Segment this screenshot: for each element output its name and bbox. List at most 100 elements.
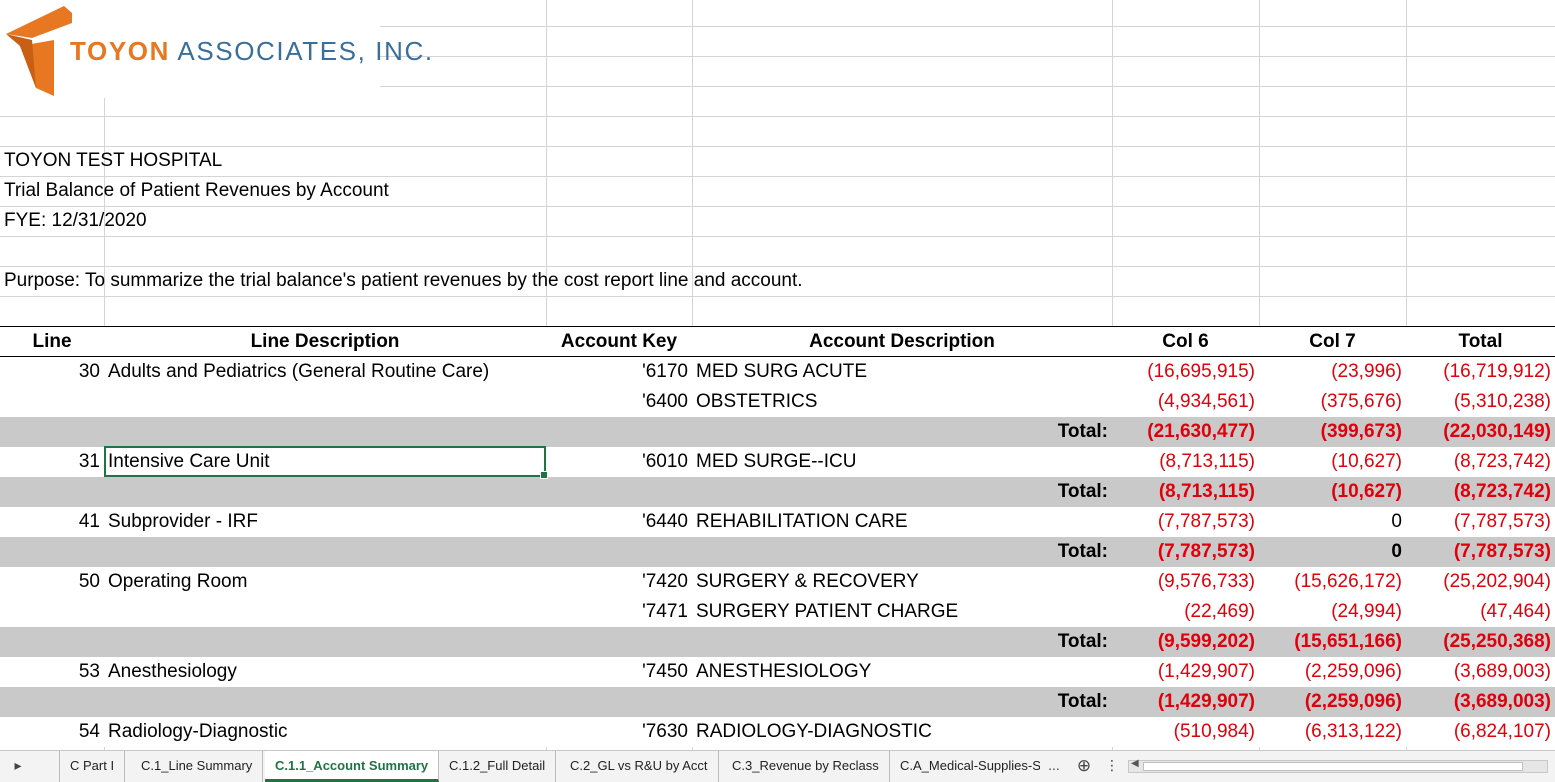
header-line[interactable]: Line <box>0 327 104 357</box>
cell-line[interactable]: 41 <box>0 507 104 537</box>
subtotal-cell-col6[interactable]: (1,429,907) <box>1112 687 1259 717</box>
cell-account-description[interactable]: OBSTETRICS <box>692 387 1112 417</box>
spreadsheet-grid[interactable]: TOYON ASSOCIATES, INC. TOYON TEST HOSPIT… <box>0 0 1555 750</box>
subtotal-cell-col7[interactable]: 0 <box>1259 537 1406 567</box>
cell-total[interactable]: (25,202,904) <box>1406 567 1555 597</box>
subtotal-cell-col7[interactable]: (399,673) <box>1259 417 1406 447</box>
cell-col7[interactable]: (23,996) <box>1259 357 1406 387</box>
cell-col7[interactable]: (15,626,172) <box>1259 567 1406 597</box>
subtotal-cell-total[interactable]: (3,689,003) <box>1406 687 1555 717</box>
cell-col6[interactable]: (510,984) <box>1112 717 1259 747</box>
cell-total[interactable]: (8,723,742) <box>1406 447 1555 477</box>
cell-account-key[interactable]: '7471 <box>546 597 692 627</box>
header-account-key[interactable]: Account Key <box>546 327 692 357</box>
subtotal-label[interactable]: Total: <box>692 687 1112 717</box>
cell-account-description[interactable]: MED SURGE--ICU <box>692 447 1112 477</box>
cell-account-description[interactable]: MED SURG ACUTE <box>692 357 1112 387</box>
subtotal-cell-col7[interactable]: (10,627) <box>1259 477 1406 507</box>
cell-account-key[interactable]: '7630 <box>546 717 692 747</box>
cell-account-description[interactable]: REHABILITATION CARE <box>692 507 1112 537</box>
header-col7[interactable]: Col 7 <box>1259 327 1406 357</box>
subtotal-cell-col6[interactable]: (21,630,477) <box>1112 417 1259 447</box>
subtotal-cell-total[interactable]: (8,723,742) <box>1406 477 1555 507</box>
fiscal-year-end[interactable]: FYE: 12/31/2020 <box>0 206 700 236</box>
sheet-tab[interactable]: C Part I <box>59 751 126 782</box>
cell-col7[interactable]: (375,676) <box>1259 387 1406 417</box>
more-options-icon[interactable]: ⋮ <box>1102 751 1122 782</box>
cell-line[interactable]: 53 <box>0 657 104 687</box>
sheet-tab[interactable]: C.3_Revenue by Reclass <box>722 751 890 782</box>
subtotal-cell-total[interactable]: (25,250,368) <box>1406 627 1555 657</box>
cell-account-key[interactable]: '6400 <box>546 387 692 417</box>
cell-total[interactable]: (16,719,912) <box>1406 357 1555 387</box>
cell-line-description[interactable]: Radiology-Diagnostic <box>104 717 546 747</box>
scrollbar-thumb[interactable] <box>1143 762 1523 771</box>
cell-col7[interactable]: (24,994) <box>1259 597 1406 627</box>
cell-account-description[interactable]: ANESTHESIOLOGY <box>692 657 1112 687</box>
cell-line[interactable] <box>0 387 104 417</box>
subtotal-cell-col6[interactable]: (9,599,202) <box>1112 627 1259 657</box>
cell-line[interactable]: 30 <box>0 357 104 387</box>
horizontal-scrollbar[interactable]: ◀ <box>1128 758 1548 773</box>
add-sheet-icon[interactable]: ⊕ <box>1072 751 1096 782</box>
header-col6[interactable]: Col 6 <box>1112 327 1259 357</box>
cell-col7[interactable]: (2,259,096) <box>1259 657 1406 687</box>
cell-account-key[interactable]: '7450 <box>546 657 692 687</box>
cell-col6[interactable]: (4,934,561) <box>1112 387 1259 417</box>
cell-col7[interactable]: (10,627) <box>1259 447 1406 477</box>
subtotal-cell-col7[interactable]: (15,651,166) <box>1259 627 1406 657</box>
tab-scroll-right-icon[interactable]: ▸ <box>8 751 28 782</box>
cell-col6[interactable]: (8,713,115) <box>1112 447 1259 477</box>
cell-line[interactable]: 54 <box>0 717 104 747</box>
cell-line[interactable]: 50 <box>0 567 104 597</box>
cell-line[interactable]: 31 <box>0 447 104 477</box>
report-title[interactable]: Trial Balance of Patient Revenues by Acc… <box>0 176 700 206</box>
sheet-tab[interactable]: C.2_GL vs R&U by Acct <box>560 751 719 782</box>
header-line-description[interactable]: Line Description <box>104 327 546 357</box>
cell-total[interactable]: (5,310,238) <box>1406 387 1555 417</box>
cell-col6[interactable]: (1,429,907) <box>1112 657 1259 687</box>
subtotal-label[interactable]: Total: <box>692 477 1112 507</box>
purpose-text[interactable]: Purpose: To summarize the trial balance'… <box>0 266 1100 296</box>
cell-col6[interactable]: (22,469) <box>1112 597 1259 627</box>
cell-line-description[interactable]: Operating Room <box>104 567 546 597</box>
subtotal-label[interactable]: Total: <box>692 417 1112 447</box>
cell-account-key[interactable]: '6170 <box>546 357 692 387</box>
sheet-tab[interactable]: C.1.2_Full Detail <box>439 751 557 782</box>
subtotal-label[interactable]: Total: <box>692 627 1112 657</box>
cell-account-description[interactable]: SURGERY & RECOVERY <box>692 567 1112 597</box>
cell-account-key[interactable]: '7420 <box>546 567 692 597</box>
cell-col6[interactable]: (9,576,733) <box>1112 567 1259 597</box>
cell-account-description[interactable]: SURGERY PATIENT CHARGE <box>692 597 1112 627</box>
header-total[interactable]: Total <box>1406 327 1555 357</box>
cell-line-description[interactable]: Adults and Pediatrics (General Routine C… <box>104 357 546 387</box>
tab-overflow-ellipsis[interactable]: ... <box>1042 751 1066 782</box>
cell-account-description[interactable]: RADIOLOGY-DIAGNOSTIC <box>692 717 1112 747</box>
cell-col6[interactable]: (16,695,915) <box>1112 357 1259 387</box>
cell-total[interactable]: (6,824,107) <box>1406 717 1555 747</box>
subtotal-cell-total[interactable]: (22,030,149) <box>1406 417 1555 447</box>
subtotal-label[interactable]: Total: <box>692 537 1112 567</box>
cell-line[interactable] <box>0 597 104 627</box>
cell-line-description[interactable]: Subprovider - IRF <box>104 507 546 537</box>
sheet-tab[interactable]: C.1_Line Summary <box>131 751 264 782</box>
cell-col7[interactable]: (6,313,122) <box>1259 717 1406 747</box>
cell-total[interactable]: (47,464) <box>1406 597 1555 627</box>
subtotal-cell-total[interactable]: (7,787,573) <box>1406 537 1555 567</box>
subtotal-cell-col6[interactable]: (8,713,115) <box>1112 477 1259 507</box>
hospital-name[interactable]: TOYON TEST HOSPITAL <box>0 146 700 176</box>
cell-total[interactable]: (3,689,003) <box>1406 657 1555 687</box>
header-account-description[interactable]: Account Description <box>692 327 1112 357</box>
subtotal-cell-col7[interactable]: (2,259,096) <box>1259 687 1406 717</box>
cell-line-description[interactable] <box>104 597 546 627</box>
sheet-tab[interactable]: C.A_Medical-Supplies-Sc <box>890 751 1040 782</box>
cell-col7[interactable]: 0 <box>1259 507 1406 537</box>
cell-account-key[interactable]: '6440 <box>546 507 692 537</box>
subtotal-cell-col6[interactable]: (7,787,573) <box>1112 537 1259 567</box>
cell-col6[interactable]: (7,787,573) <box>1112 507 1259 537</box>
cell-account-key[interactable]: '6010 <box>546 447 692 477</box>
cell-line-description[interactable]: Anesthesiology <box>104 657 546 687</box>
scroll-left-icon[interactable]: ◀ <box>1131 758 1139 769</box>
cell-total[interactable]: (7,787,573) <box>1406 507 1555 537</box>
cell-line-description[interactable] <box>104 387 546 417</box>
